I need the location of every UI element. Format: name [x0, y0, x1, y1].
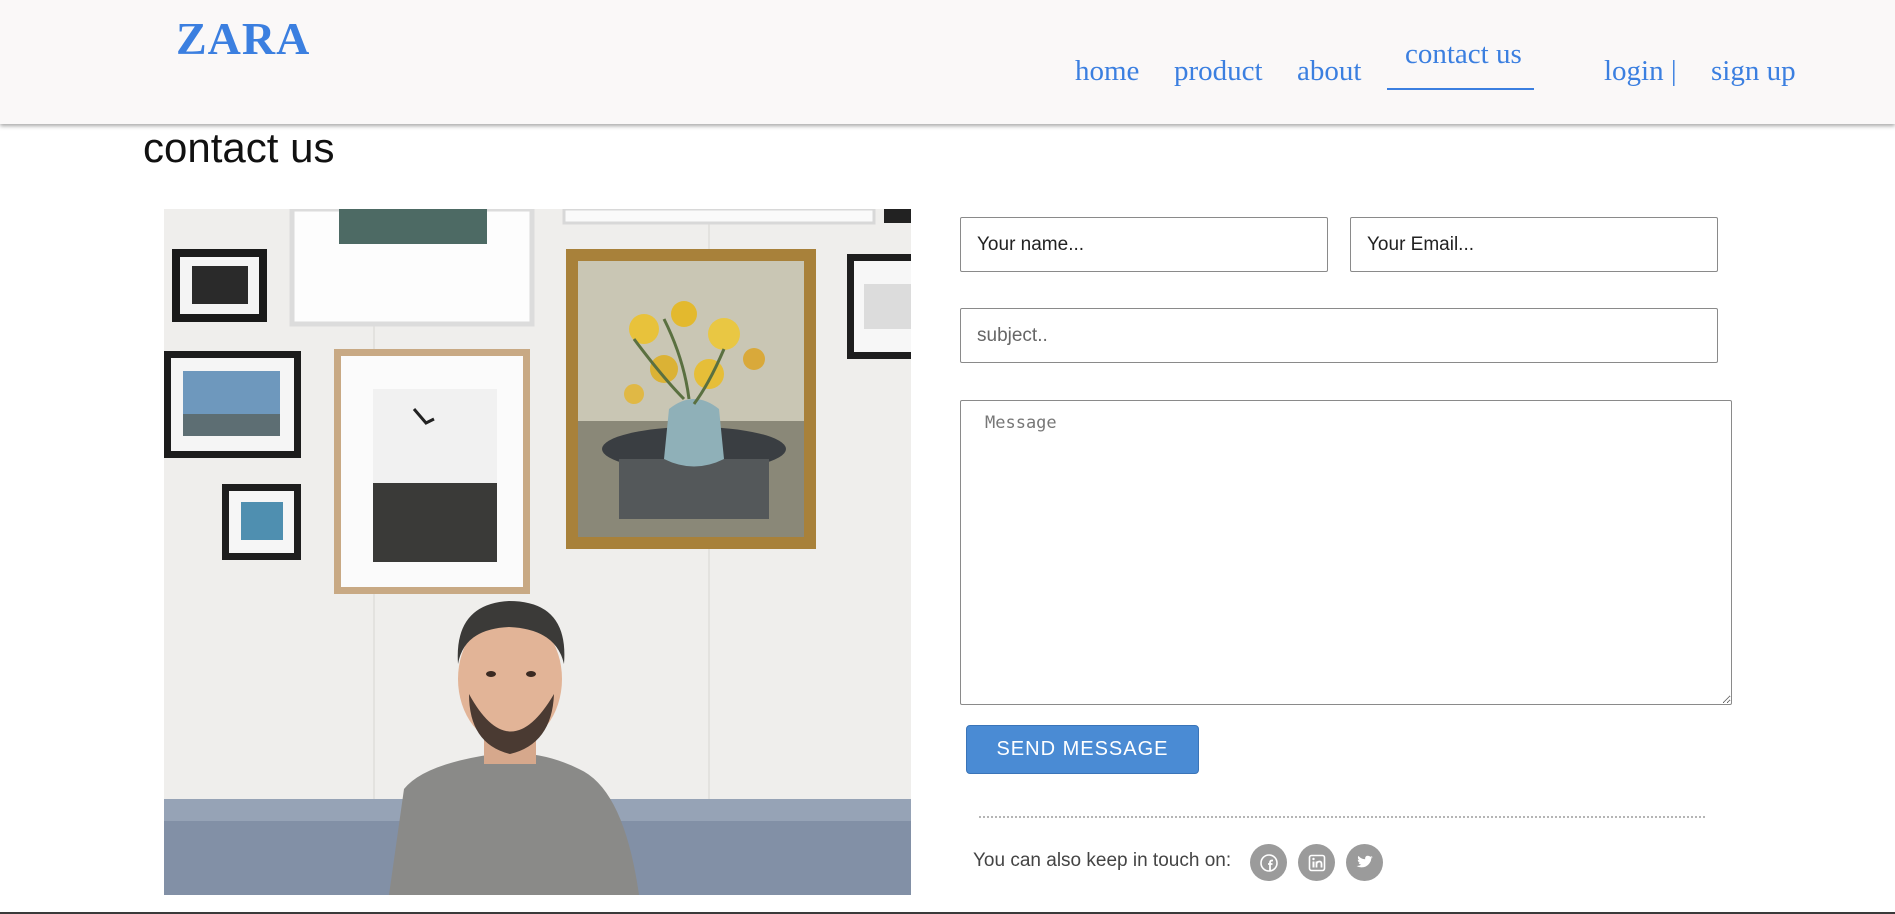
subject-input[interactable]: [960, 308, 1718, 363]
name-input[interactable]: [960, 217, 1328, 272]
page-title: contact us: [143, 124, 335, 171]
nav-sign-up[interactable]: sign up: [1711, 55, 1796, 88]
divider: [979, 816, 1705, 818]
message-textarea[interactable]: [960, 400, 1732, 705]
nav-active-indicator: [1387, 88, 1534, 90]
linkedin-icon[interactable]: [1298, 844, 1335, 881]
twitter-icon[interactable]: [1346, 844, 1383, 881]
facebook-icon[interactable]: [1250, 844, 1287, 881]
nav-product[interactable]: product: [1174, 55, 1263, 88]
nav-about[interactable]: about: [1297, 55, 1361, 88]
nav-home[interactable]: home: [1075, 55, 1139, 88]
email-input[interactable]: [1350, 217, 1718, 272]
site-header: ZARA home product about contact us login…: [0, 0, 1895, 124]
social-text: You can also keep in touch on:: [973, 850, 1232, 871]
contact-photo: [164, 209, 911, 895]
send-message-button[interactable]: SEND MESSAGE: [966, 725, 1199, 774]
nav-contact-us[interactable]: contact us: [1405, 38, 1522, 71]
brand-logo[interactable]: ZARA: [176, 12, 310, 65]
nav-login[interactable]: login |: [1604, 55, 1677, 88]
